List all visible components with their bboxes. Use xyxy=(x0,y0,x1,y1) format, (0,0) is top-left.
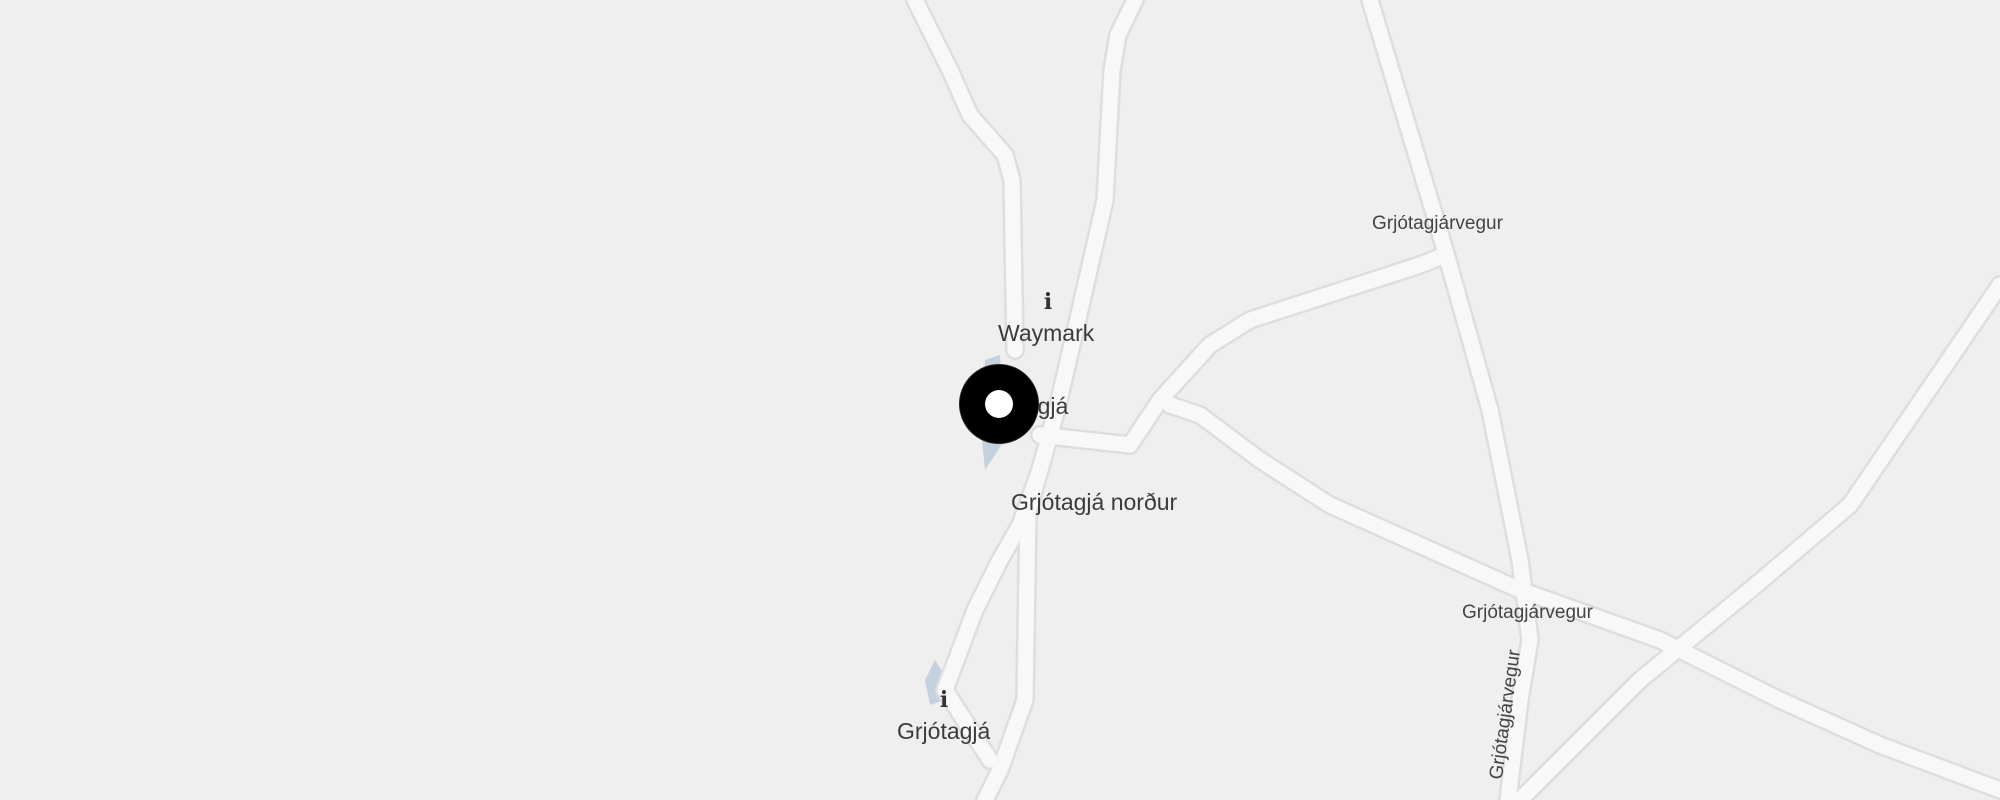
marker-center xyxy=(985,390,1013,418)
poi-label-waymark[interactable]: Waymark xyxy=(998,322,1094,345)
road-label: Grjótagjárvegur xyxy=(1462,602,1593,623)
poi-label-grjotagja[interactable]: Grjótagjá xyxy=(897,720,990,743)
poi-label-grjotagja-nordur[interactable]: Grjótagjá norður xyxy=(1011,491,1177,514)
road-label: Grjótagjárvegur xyxy=(1372,213,1503,234)
info-icon[interactable]: i xyxy=(1041,291,1055,313)
location-ring-marker[interactable] xyxy=(960,365,1038,443)
map-canvas[interactable]: i Waymark Grjótagjá Grjótagjá norður i G… xyxy=(0,0,2000,800)
info-icon[interactable]: i xyxy=(937,689,951,711)
